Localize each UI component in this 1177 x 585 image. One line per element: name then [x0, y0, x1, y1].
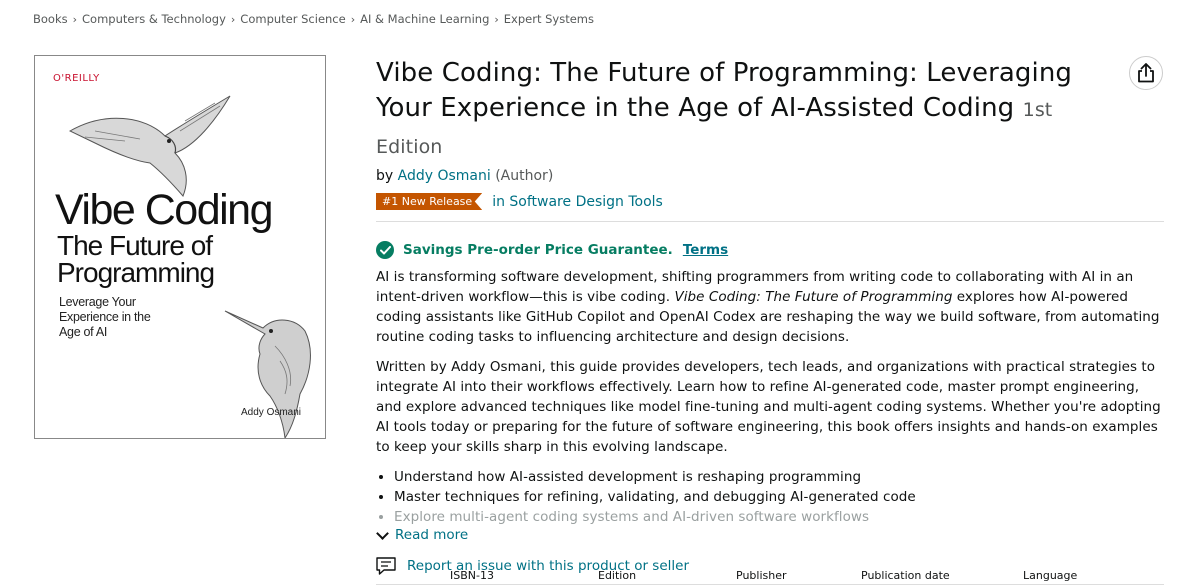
cover-subtitle-line: The Future of	[57, 230, 213, 261]
description-italic-title: Vibe Coding: The Future of Programming	[674, 289, 953, 305]
product-title: Vibe Coding: The Future of Programming: …	[376, 56, 1076, 165]
byline: by Addy Osmani (Author)	[376, 168, 1164, 184]
read-more-toggle[interactable]: Read more	[376, 526, 1164, 543]
author-role: (Author)	[495, 168, 554, 184]
report-flag-icon	[376, 557, 396, 575]
cover-subtitle: The Future of Programming	[57, 230, 215, 288]
terms-link[interactable]: Terms	[683, 242, 728, 258]
bullet-item: Understand how AI-assisted development i…	[394, 467, 1164, 487]
bullet-item: Master techniques for refining, validati…	[394, 487, 1164, 507]
byline-by: by	[376, 168, 394, 184]
detail-header-publisher: Publisher	[736, 569, 787, 582]
breadcrumb-books[interactable]: Books	[33, 12, 68, 26]
read-more-label: Read more	[395, 527, 469, 543]
breadcrumb-computers-technology[interactable]: Computers & Technology	[82, 12, 226, 26]
breadcrumb-expert-systems[interactable]: Expert Systems	[504, 12, 594, 26]
breadcrumb: Books › Computers & Technology › Computer Sc…	[33, 12, 594, 26]
breadcrumb-separator: ›	[72, 13, 78, 26]
divider	[376, 221, 1164, 222]
bullet-item: Explore multi-agent coding systems and A…	[394, 507, 1164, 527]
product-details: Vibe Coding: The Future of Programming: …	[376, 56, 1164, 585]
detail-header-language: Language	[1023, 569, 1078, 582]
author-link[interactable]: Addy Osmani	[398, 168, 491, 184]
breadcrumb-separator: ›	[350, 13, 356, 26]
breadcrumb-ai-machine-learning[interactable]: AI & Machine Learning	[360, 12, 489, 26]
breadcrumb-separator: ›	[230, 13, 236, 26]
badge-category-link[interactable]: in Software Design Tools	[492, 194, 663, 210]
breadcrumb-separator: ›	[494, 13, 499, 26]
check-circle-icon	[376, 241, 394, 259]
cover-author: Addy Osmani	[241, 407, 302, 418]
chevron-down-icon	[376, 526, 389, 540]
book-cover-image[interactable]: O'REILLY Vibe Coding The Future of Progr…	[34, 55, 326, 439]
guarantee-text: Savings Pre-order Price Guarantee.	[403, 242, 673, 258]
description-paragraph: AI is transforming software development,…	[376, 267, 1164, 347]
new-release-badge[interactable]: #1 New Release	[376, 193, 483, 210]
bestseller-badge-row: #1 New Release in Software Design Tools	[376, 193, 1164, 210]
description-paragraph: Written by Addy Osmani, this guide provi…	[376, 359, 1161, 455]
cover-title: Vibe Coding	[55, 186, 274, 234]
detail-header-publication-date: Publication date	[861, 569, 950, 582]
product-title-text: Vibe Coding: The Future of Programming: …	[376, 58, 1073, 123]
hummingbird-top-illustration	[68, 95, 231, 197]
breadcrumb-computer-science[interactable]: Computer Science	[240, 12, 345, 26]
price-guarantee: Savings Pre-order Price Guarantee. Terms	[376, 241, 1164, 259]
cover-subtitle-line: Programming	[57, 257, 215, 288]
detail-header-edition: Edition	[598, 569, 637, 582]
cover-publisher-logo: O'REILLY	[53, 73, 100, 84]
description-bullets: Understand how AI-assisted development i…	[376, 467, 1164, 527]
book-description: AI is transforming software development,…	[376, 267, 1164, 527]
cover-tagline: Leverage Your Experience in the Age of A…	[59, 295, 151, 339]
detail-header-isbn: ISBN-13	[450, 569, 494, 582]
